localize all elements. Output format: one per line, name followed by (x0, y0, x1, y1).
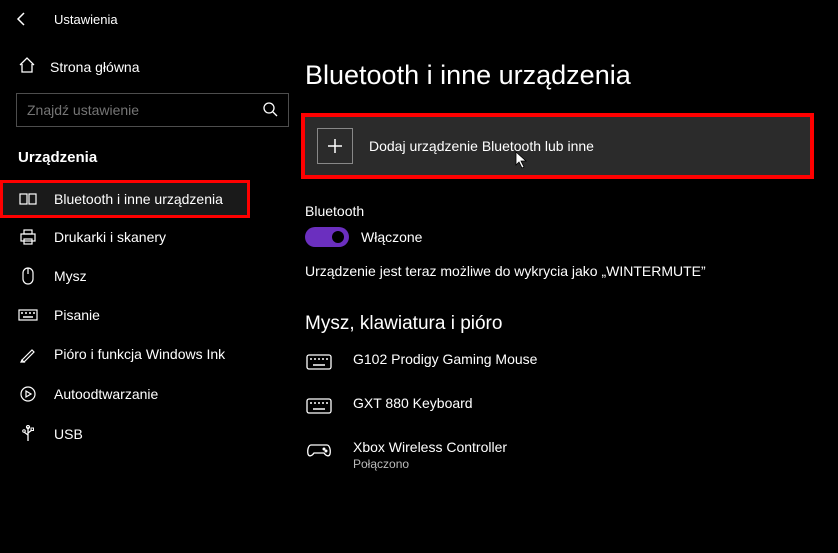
sidebar-item-bluetooth[interactable]: Bluetooth i inne urządzenia (0, 180, 250, 218)
search-input[interactable] (27, 102, 262, 118)
printer-icon (18, 229, 38, 245)
bluetooth-devices-icon (18, 192, 38, 206)
sidebar: Strona główna Urządzenia Bluetooth i inn… (0, 38, 305, 553)
sidebar-item-label: USB (54, 426, 83, 442)
gamepad-icon (305, 441, 333, 459)
bluetooth-label: Bluetooth (305, 203, 810, 219)
usb-icon (18, 425, 38, 443)
sidebar-item-usb[interactable]: USB (0, 414, 305, 454)
discoverable-status: Urządzenie jest teraz możliwe do wykryci… (305, 263, 810, 279)
device-status: Połączono (353, 457, 507, 471)
device-row[interactable]: G102 Prodigy Gaming Mouse (305, 351, 810, 371)
autoplay-icon (18, 385, 38, 403)
toggle-knob (332, 231, 344, 243)
section-label: Urządzenia (0, 141, 305, 180)
pen-icon (18, 345, 38, 363)
keyboard-device-icon (305, 397, 333, 415)
search-box[interactable] (16, 93, 289, 127)
search-icon (262, 101, 278, 120)
sidebar-item-autoplay[interactable]: Autoodtwarzanie (0, 374, 305, 414)
add-device-button[interactable]: Dodaj urządzenie Bluetooth lub inne (305, 117, 810, 175)
sidebar-item-typing[interactable]: Pisanie (0, 296, 305, 334)
plus-icon (317, 128, 353, 164)
sidebar-item-label: Bluetooth i inne urządzenia (54, 191, 223, 207)
sidebar-item-pen[interactable]: Pióro i funkcja Windows Ink (0, 334, 305, 374)
back-button[interactable] (10, 7, 34, 31)
device-name: Xbox Wireless Controller (353, 439, 507, 455)
keyboard-device-icon (305, 353, 333, 371)
sidebar-item-mouse[interactable]: Mysz (0, 256, 305, 296)
devices-section-title: Mysz, klawiatura i pióro (305, 313, 810, 335)
window-title: Ustawienia (54, 12, 118, 27)
device-name: GXT 880 Keyboard (353, 395, 473, 411)
keyboard-icon (18, 308, 38, 322)
sidebar-item-label: Autoodtwarzanie (54, 386, 158, 402)
main-content: Bluetooth i inne urządzenia Dodaj urządz… (305, 38, 838, 553)
sidebar-item-label: Pisanie (54, 307, 100, 323)
bluetooth-toggle[interactable] (305, 227, 349, 247)
titlebar: Ustawienia (0, 0, 838, 38)
device-name: G102 Prodigy Gaming Mouse (353, 351, 537, 367)
add-device-label: Dodaj urządzenie Bluetooth lub inne (369, 138, 594, 154)
sidebar-item-printers[interactable]: Drukarki i skanery (0, 218, 305, 256)
mouse-icon (18, 267, 38, 285)
toggle-state-label: Włączone (361, 229, 422, 245)
sidebar-item-label: Drukarki i skanery (54, 229, 166, 245)
home-icon (18, 56, 36, 77)
home-link[interactable]: Strona główna (0, 50, 305, 83)
home-label: Strona główna (50, 59, 140, 75)
device-row[interactable]: Xbox Wireless Controller Połączono (305, 439, 810, 471)
device-row[interactable]: GXT 880 Keyboard (305, 395, 810, 415)
sidebar-item-label: Mysz (54, 268, 87, 284)
page-title: Bluetooth i inne urządzenia (305, 60, 810, 91)
sidebar-item-label: Pióro i funkcja Windows Ink (54, 346, 225, 362)
